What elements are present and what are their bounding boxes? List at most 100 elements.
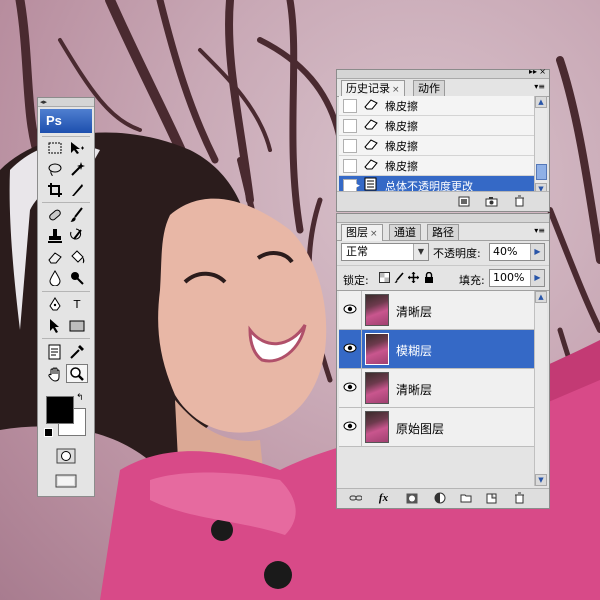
scroll-up-icon[interactable]: ▲ — [535, 96, 547, 108]
panel-menu-icon[interactable]: ▾≡ — [534, 82, 545, 91]
history-state-slider-icon[interactable]: ▶ — [353, 181, 360, 191]
move-tool-icon[interactable] — [66, 138, 88, 157]
opacity-value: 40% — [493, 245, 518, 258]
lock-all-icon[interactable] — [423, 272, 434, 283]
lock-position-icon[interactable] — [408, 272, 419, 283]
eye-icon[interactable] — [341, 339, 359, 357]
eraser-icon — [363, 138, 379, 153]
history-state[interactable]: 橡皮擦 — [339, 96, 535, 116]
lasso-tool-icon[interactable] — [44, 159, 66, 178]
history-source-checkbox[interactable] — [343, 98, 357, 113]
marquee-tool-icon[interactable] — [44, 138, 66, 157]
scroll-up-icon[interactable]: ▲ — [535, 291, 547, 303]
trash-icon[interactable] — [513, 492, 526, 504]
history-tabs: 历史记录 × 动作 ▾≡ — [337, 79, 549, 97]
layer-row-selected[interactable]: 模糊层 — [339, 330, 535, 369]
layers-panel-titlebar[interactable] — [337, 214, 549, 223]
magic-wand-tool-icon[interactable] — [66, 159, 88, 178]
fill-slider-toggle-icon[interactable]: ▶ — [530, 270, 544, 286]
clone-stamp-tool-icon[interactable] — [44, 226, 66, 245]
layer-mask-icon[interactable] — [405, 492, 418, 504]
history-scrollbar[interactable]: ▲ ▼ — [534, 96, 547, 195]
fill-field[interactable]: 100% ▶ — [489, 269, 545, 287]
blend-mode-select[interactable]: 正常 ▼ — [341, 243, 429, 261]
quick-mask-mode-icon[interactable] — [55, 446, 77, 465]
layer-name[interactable]: 清晰层 — [396, 381, 432, 398]
screen-mode-icon[interactable] — [55, 471, 77, 490]
tools-divider — [42, 136, 90, 137]
scroll-down-icon[interactable]: ▼ — [535, 474, 547, 486]
close-tab-icon[interactable]: × — [370, 229, 378, 239]
dodge-tool-icon[interactable] — [66, 268, 88, 287]
trash-icon[interactable] — [513, 195, 526, 207]
rectangle-tool-icon[interactable] — [66, 316, 88, 335]
eye-icon[interactable] — [341, 417, 359, 435]
slice-tool-icon[interactable] — [66, 180, 88, 199]
text-tool-icon[interactable]: T — [66, 295, 88, 314]
eyedropper-tool-icon[interactable] — [66, 342, 88, 361]
scroll-thumb[interactable] — [536, 164, 547, 180]
crop-tool-icon[interactable] — [44, 180, 66, 199]
history-brush-tool-icon[interactable] — [66, 226, 88, 245]
tab-history[interactable]: 历史记录 × — [341, 80, 405, 97]
eraser-tool-icon[interactable] — [44, 247, 66, 266]
eraser-icon — [363, 98, 379, 113]
close-panel-icon[interactable]: × — [539, 67, 546, 76]
foreground-color-swatch[interactable] — [46, 396, 74, 424]
history-panel-titlebar[interactable]: ▸▸ × — [337, 67, 549, 79]
layers-panel: 图层 × 通道 路径 ▾≡ 正常 ▼ 不透明度: 40% ▶ 锁定: 填充: 10… — [336, 213, 550, 509]
history-source-checkbox[interactable] — [343, 118, 357, 133]
layer-row[interactable]: 原始图层 — [339, 408, 535, 447]
tab-layers[interactable]: 图层 × — [341, 224, 383, 241]
healing-brush-tool-icon[interactable] — [44, 205, 66, 224]
history-source-checkbox[interactable] — [343, 158, 357, 173]
eye-icon[interactable] — [341, 378, 359, 396]
tools-panel-grip[interactable]: ◂▸ — [38, 98, 94, 107]
pen-tool-icon[interactable] — [44, 295, 66, 314]
history-state[interactable]: 橡皮擦 — [339, 156, 535, 176]
opacity-slider-toggle-icon[interactable]: ▶ — [530, 244, 544, 260]
blend-mode-value: 正常 — [346, 245, 368, 258]
tab-channels[interactable]: 通道 — [389, 224, 421, 240]
link-layers-icon[interactable] — [349, 492, 362, 504]
collapse-panel-icon[interactable]: ▸▸ — [529, 67, 537, 76]
history-source-checkbox[interactable] — [343, 138, 357, 153]
layer-row[interactable]: 清晰层 — [339, 369, 535, 408]
lock-transparency-icon[interactable] — [379, 272, 390, 283]
new-group-icon[interactable] — [459, 492, 472, 504]
new-document-from-state-icon[interactable] — [457, 195, 470, 207]
fx-icon[interactable]: fx — [377, 492, 390, 504]
hand-tool-icon[interactable] — [44, 364, 66, 383]
layers-scrollbar[interactable]: ▲ ▼ — [534, 291, 547, 486]
layer-name[interactable]: 模糊层 — [396, 342, 432, 359]
close-tab-icon[interactable]: × — [392, 85, 400, 95]
history-state[interactable]: 橡皮擦 — [339, 116, 535, 136]
eraser-icon — [363, 118, 379, 133]
new-layer-icon[interactable] — [485, 492, 498, 504]
brush-tool-icon[interactable] — [66, 205, 88, 224]
blur-tool-icon[interactable] — [44, 268, 66, 287]
path-selection-tool-icon[interactable] — [44, 316, 66, 335]
tab-actions[interactable]: 动作 — [413, 80, 445, 96]
lock-image-pixels-icon[interactable] — [394, 272, 405, 283]
layer-row[interactable]: 清晰层 — [339, 291, 535, 330]
panel-menu-icon[interactable]: ▾≡ — [534, 226, 545, 235]
notes-tool-icon[interactable] — [44, 342, 66, 361]
adjustment-layer-icon[interactable] — [433, 492, 446, 504]
swap-colors-icon[interactable]: ↰ — [76, 393, 84, 403]
layer-name[interactable]: 原始图层 — [396, 420, 444, 437]
history-panel: ▸▸ × 历史记录 × 动作 ▾≡ 橡皮擦 橡皮擦 橡皮擦 橡皮擦 ▶ 总体不透明… — [336, 67, 550, 212]
tab-paths[interactable]: 路径 — [427, 224, 459, 240]
history-state-label: 橡皮擦 — [385, 159, 418, 173]
layers-list: 清晰层 模糊层 清晰层 原始图层 ▲ ▼ — [337, 290, 549, 489]
opacity-field[interactable]: 40% ▶ — [489, 243, 545, 261]
default-colors-icon[interactable] — [44, 428, 53, 437]
eye-icon[interactable] — [341, 300, 359, 318]
history-state[interactable]: 橡皮擦 — [339, 136, 535, 156]
history-state-label: 橡皮擦 — [385, 139, 418, 153]
layer-name[interactable]: 清晰层 — [396, 303, 432, 320]
paint-bucket-tool-icon[interactable] — [66, 247, 88, 266]
new-snapshot-icon[interactable] — [485, 195, 498, 207]
blend-opacity-row: 正常 ▼ 不透明度: 40% ▶ — [337, 240, 549, 264]
zoom-tool-icon[interactable] — [66, 364, 88, 383]
